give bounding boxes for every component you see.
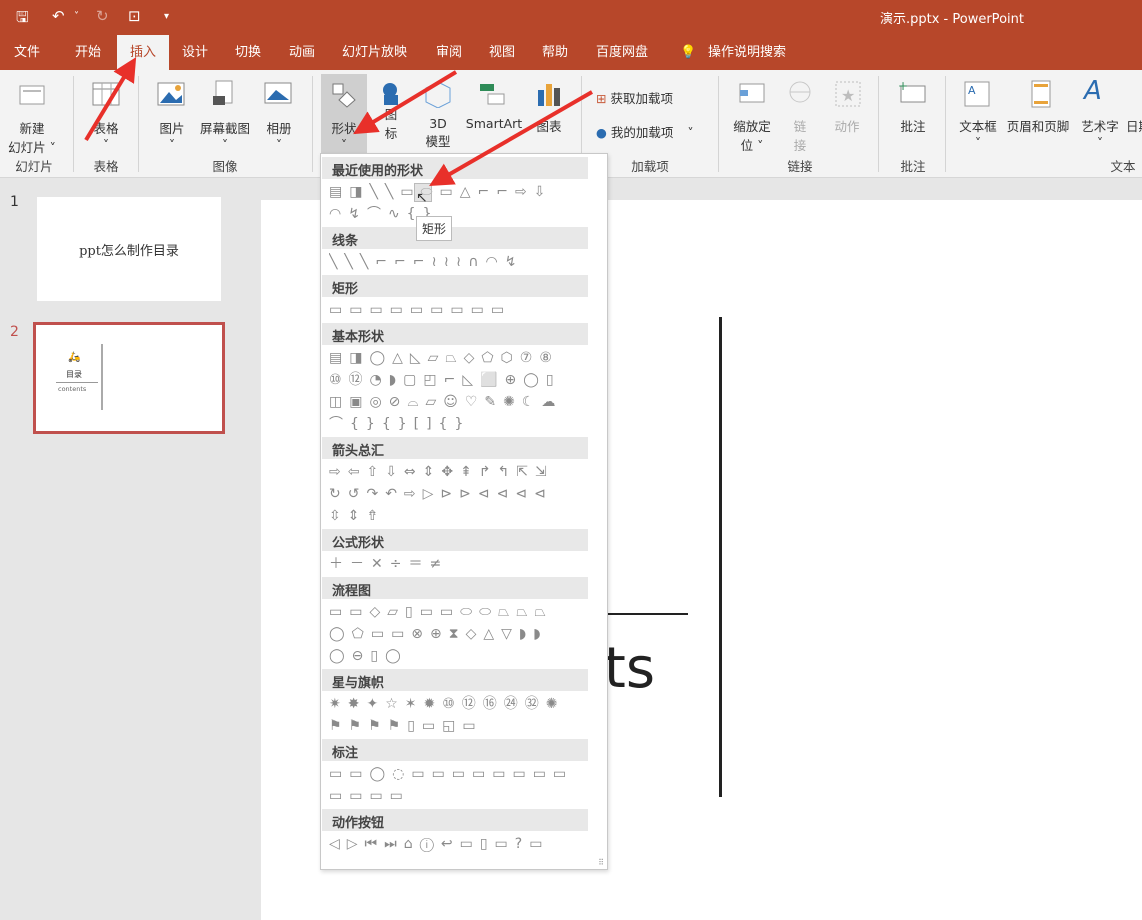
- annotation-arrow-shapes: [353, 70, 458, 135]
- annotation-arrows: [84, 57, 593, 186]
- annotation-arrow-insert-tab: [84, 57, 137, 142]
- annotation-arrow-rectangle: [429, 90, 593, 186]
